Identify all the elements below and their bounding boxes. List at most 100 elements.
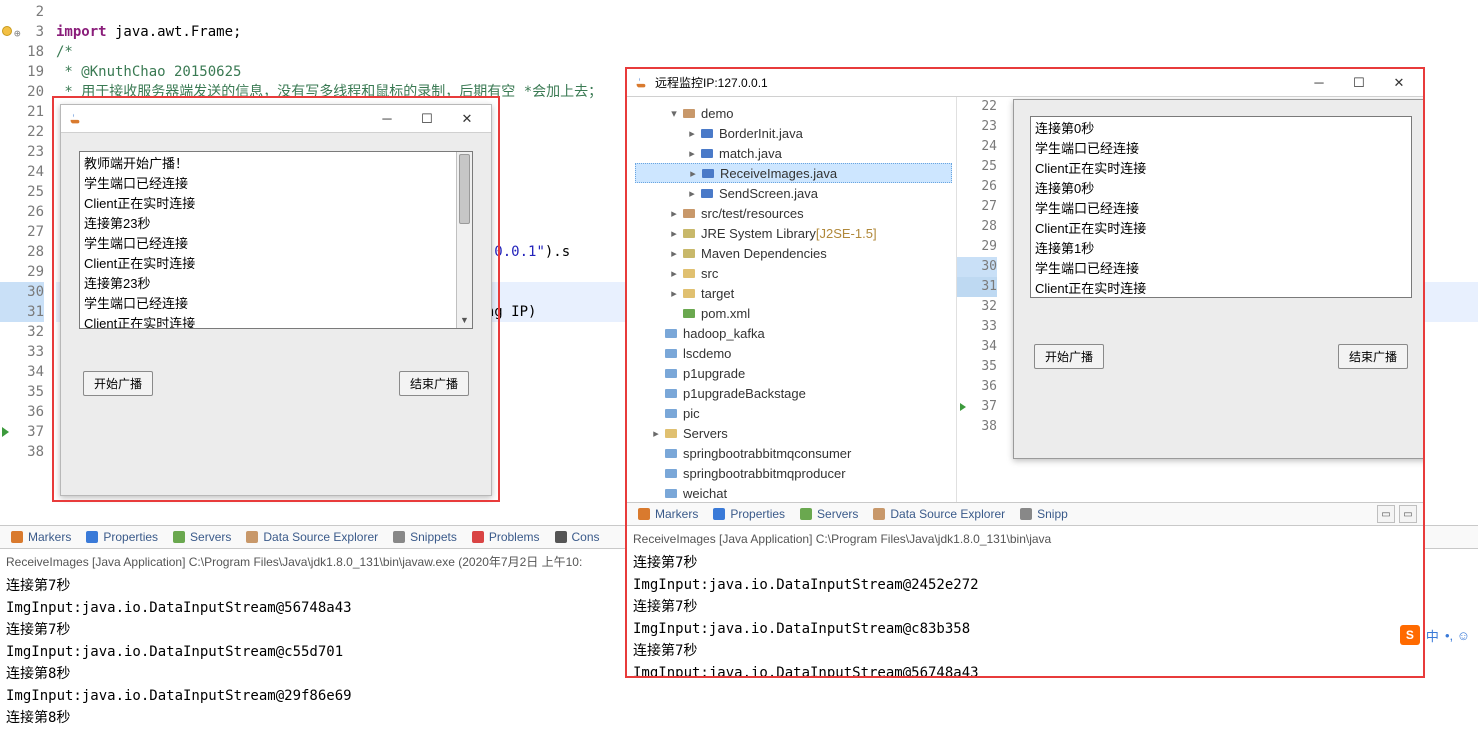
tree-toggle-icon[interactable]: ▸ [686,167,700,180]
tree-toggle-icon[interactable]: ▸ [667,267,681,280]
fld-icon [681,285,697,301]
tab-label: Markers [28,530,71,544]
prj-icon [663,405,679,421]
java-app-panel-right: 连接第0秒学生端口已经连接Client正在实时连接连接第0秒学生端口已经连接Cl… [1013,99,1423,459]
tree-label: p1upgradeBackstage [683,386,806,401]
tree-toggle-icon[interactable]: ▸ [685,187,699,200]
console-panel: ReceiveImages [Java Application] C:\Prog… [627,526,1423,676]
remote-window-titlebar[interactable]: 远程监控IP:127.0.0.1 ─ ☐ ✕ [627,69,1423,97]
tab-label: Snipp [1037,507,1068,521]
tree-item[interactable]: ▸Maven Dependencies [635,243,952,263]
tree-toggle-icon[interactable]: ▸ [667,287,681,300]
tree-label: springbootrabbitmqproducer [683,466,846,481]
tree-item[interactable]: pic [635,403,952,423]
tree-toggle-icon[interactable]: ▾ [667,107,681,120]
tree-toggle-icon[interactable]: ▸ [685,147,699,160]
tree-suffix: [J2SE-1.5] [816,226,877,241]
log-line: 连接第0秒 [1035,119,1407,139]
stop-broadcast-button[interactable]: 结束广播 [1338,344,1408,369]
bottom-tabs-bar[interactable]: ▭ ▭ Markers Properties Servers Data Source … [627,502,1423,526]
close-button[interactable]: ✕ [1379,71,1419,95]
tree-item[interactable]: hadoop_kafka [635,323,952,343]
minimize-button[interactable]: ─ [1299,71,1339,95]
tree-item[interactable]: ▸target [635,283,952,303]
tab-problems[interactable]: Problems [471,530,540,544]
tab-servers[interactable]: Servers [799,507,858,521]
tree-item[interactable]: p1upgradeBackstage [635,383,952,403]
tab-properties[interactable]: Properties [85,530,158,544]
prj-icon [663,365,679,381]
log-line: Client正在实时连接 [1035,279,1407,298]
ime-lang-indicator[interactable]: 中 [1426,626,1439,645]
tree-item[interactable]: ▸src [635,263,952,283]
tree-label: pom.xml [701,306,750,321]
console-line: 连接第7秒 [633,552,1417,574]
project-explorer[interactable]: ▾ demo ▸BorderInit.java▸match.java▸Receive… [627,97,957,502]
tree-toggle-icon[interactable]: ▸ [649,427,663,440]
tree-item[interactable]: p1upgrade [635,363,952,383]
console-tool-button[interactable]: ▭ [1399,505,1417,523]
tab-snippets[interactable]: Snippets [392,530,457,544]
tree-item[interactable]: ▸ SendScreen.java [635,183,952,203]
tab-icon [1019,507,1033,521]
tab-label: Problems [489,530,540,544]
tab-icon [392,530,406,544]
tree-item[interactable]: ▸ Servers [635,423,952,443]
prj-icon [663,445,679,461]
maximize-button[interactable]: ☐ [1339,71,1379,95]
tree-toggle-icon[interactable]: ▸ [667,247,681,260]
tab-markers[interactable]: Markers [637,507,698,521]
tree-item[interactable]: springbootrabbitmqconsumer [635,443,952,463]
tree-toggle-icon[interactable]: ▸ [685,127,699,140]
remote-window-title: 远程监控IP:127.0.0.1 [655,74,1299,91]
tree-item[interactable]: ▸JRE System Library [J2SE-1.5] [635,223,952,243]
highlight-box-right: 远程监控IP:127.0.0.1 ─ ☐ ✕ ▾ demo ▸BorderInit.… [625,67,1425,678]
tree-toggle-icon[interactable]: ▸ [667,207,681,220]
tree-item[interactable]: pom.xml [635,303,952,323]
start-broadcast-button[interactable]: 开始广播 [1034,344,1104,369]
tree-toggle-icon[interactable]: ▸ [667,227,681,240]
java-cup-icon [633,75,649,91]
tree-label: SendScreen.java [719,186,818,201]
tab-icon [172,530,186,544]
tab-icon [245,530,259,544]
tab-cons[interactable]: Cons [554,530,600,544]
tab-data-source-explorer[interactable]: Data Source Explorer [872,507,1005,521]
tree-item[interactable]: lscdemo [635,343,952,363]
log-textarea[interactable]: 连接第0秒学生端口已经连接Client正在实时连接连接第0秒学生端口已经连接Cl… [1030,116,1412,298]
tree-item[interactable]: ▾ demo [635,103,952,123]
tree-label: weichat [683,486,727,501]
java-icon [699,145,715,161]
tab-markers[interactable]: Markers [10,530,71,544]
tab-label: Cons [572,530,600,544]
xml-icon [681,305,697,321]
tab-data-source-explorer[interactable]: Data Source Explorer [245,530,378,544]
tab-snipp[interactable]: Snipp [1019,507,1068,521]
tree-item[interactable]: weichat [635,483,952,502]
tree-label: lscdemo [683,346,731,361]
console-line: ImgInput:java.io.DataInputStream@c83b358 [633,618,1417,640]
tree-label: pic [683,406,700,421]
srcf-icon [681,205,697,221]
tab-label: Servers [817,507,858,521]
tree-item[interactable]: ▸BorderInit.java [635,123,952,143]
tab-servers[interactable]: Servers [172,530,231,544]
log-line: 学生端口已经连接 [1035,199,1407,219]
tree-label: demo [701,106,734,121]
tab-label: Properties [730,507,785,521]
tree-item[interactable]: ▸ReceiveImages.java [635,163,952,183]
tree-item[interactable]: ▸src/test/resources [635,203,952,223]
ime-toolbar[interactable]: S 中 •, ☺ [1400,625,1470,645]
console-tool-button[interactable]: ▭ [1377,505,1395,523]
console-header: ReceiveImages [Java Application] C:\Prog… [633,526,1417,552]
tree-item[interactable]: ▸match.java [635,143,952,163]
tree-label: Servers [683,426,728,441]
tree-label: p1upgrade [683,366,745,381]
console-line: ImgInput:java.io.DataInputStream@29f86e6… [6,685,1472,707]
log-line: 学生端口已经连接 [1035,139,1407,159]
tree-item[interactable]: springbootrabbitmqproducer [635,463,952,483]
tab-icon [872,507,886,521]
highlight-box-left [52,96,500,502]
tab-properties[interactable]: Properties [712,507,785,521]
ime-extra-icons[interactable]: •, ☺ [1445,628,1470,643]
